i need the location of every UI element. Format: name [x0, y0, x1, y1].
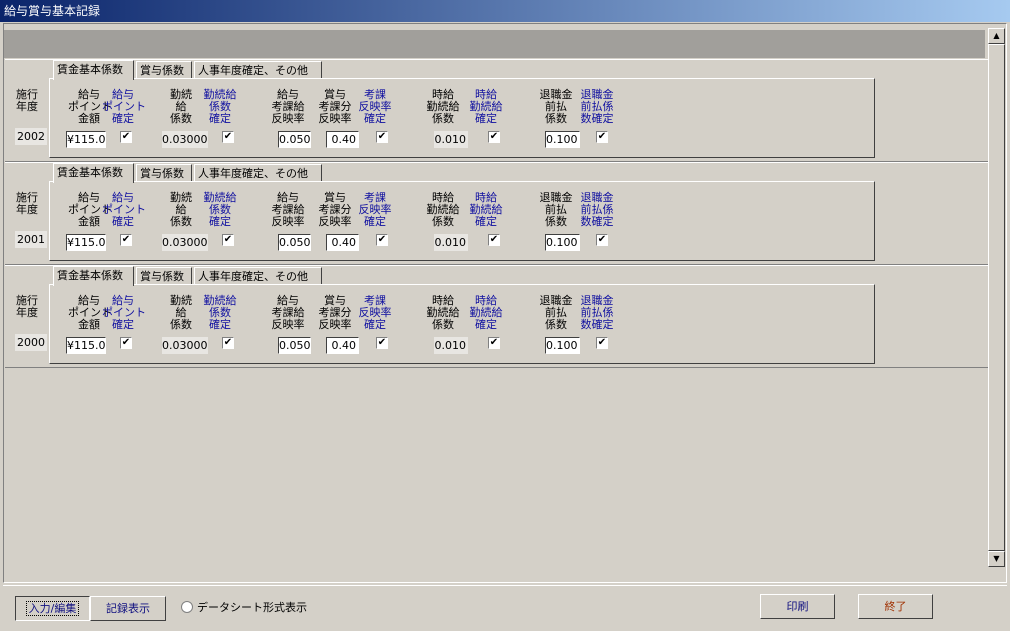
scroll-up-button[interactable]: ▲	[988, 28, 1005, 44]
hourly-value: 0.010	[434, 234, 468, 251]
hourly-confirm-checkbox[interactable]: ✔	[488, 131, 500, 143]
eval-confirm-label: 考課 反映率 確定	[358, 88, 392, 125]
eval-rate-label: 給与 考課給 反映率	[271, 191, 305, 228]
tab-hr-year[interactable]: 人事年度確定、その他	[194, 164, 322, 182]
hourly-confirm-checkbox[interactable]: ✔	[488, 234, 500, 246]
point-amount-field[interactable]: ¥115.0	[66, 234, 106, 251]
retire-field[interactable]: 0.100	[545, 234, 580, 251]
year-value[interactable]: 2002	[15, 128, 47, 145]
point-confirm-label: 給与 ポイント 確定	[102, 88, 146, 125]
show-records-button[interactable]: 記録表示	[90, 596, 166, 621]
tab-wage-base[interactable]: 賃金基本係数	[53, 163, 134, 183]
eval-rate-field[interactable]: 0.050	[278, 131, 311, 148]
retire-confirm-checkbox[interactable]: ✔	[596, 131, 608, 143]
service-value: 0.03000	[162, 131, 208, 148]
service-confirm-checkbox[interactable]: ✔	[222, 131, 234, 143]
hourly-label: 時給 勤続給 係数	[426, 191, 460, 228]
retire-confirm-label: 退職金 前払係 数確定	[580, 88, 614, 125]
datasheet-radio-label[interactable]: データシート形式表示	[197, 599, 307, 615]
hourly-value: 0.010	[434, 131, 468, 148]
year-label: 施行 年度	[16, 191, 38, 216]
service-confirm-checkbox[interactable]: ✔	[222, 337, 234, 349]
tab-hr-year[interactable]: 人事年度確定、その他	[194, 61, 322, 79]
year-label: 施行 年度	[16, 294, 38, 319]
wage-base-panel: 給与 ポイント 金額 給与 ポイント 確定 勤続 給 係数 勤続給 係数 確定 …	[49, 181, 875, 261]
wage-base-panel: 給与 ポイント 金額 給与 ポイント 確定 勤続 給 係数 勤続給 係数 確定 …	[49, 284, 875, 364]
hourly-label: 時給 勤続給 係数	[426, 88, 460, 125]
hourly-confirm-label: 時給 勤続給 確定	[469, 191, 503, 228]
year-value[interactable]: 2000	[15, 334, 47, 351]
eval-confirm-label: 考課 反映率 確定	[358, 191, 392, 228]
vertical-scrollbar[interactable]: ▲ ▼	[988, 28, 1005, 567]
service-label: 勤続 給 係数	[170, 294, 192, 331]
service-confirm-label: 勤続給 係数 確定	[203, 191, 237, 228]
record-2002: 施行 年度 2002 賃金基本係数 賞与係数 人事年度確定、その他 給与 ポイン…	[5, 59, 988, 162]
hourly-value: 0.010	[434, 337, 468, 354]
point-confirm-label: 給与 ポイント 確定	[102, 191, 146, 228]
point-confirm-checkbox[interactable]: ✔	[120, 234, 132, 246]
bonus-eval-label: 賞与 考課分 反映率	[318, 88, 352, 125]
service-label: 勤続 給 係数	[170, 88, 192, 125]
bonus-eval-label: 賞与 考課分 反映率	[318, 191, 352, 228]
eval-rate-field[interactable]: 0.050	[278, 234, 311, 251]
eval-rate-label: 給与 考課給 反映率	[271, 88, 305, 125]
input-edit-toggle[interactable]: 入力/編集	[15, 596, 90, 621]
scroll-down-button[interactable]: ▼	[988, 551, 1005, 567]
retire-field[interactable]: 0.100	[545, 131, 580, 148]
retire-confirm-checkbox[interactable]: ✔	[596, 337, 608, 349]
retire-confirm-label: 退職金 前払係 数確定	[580, 191, 614, 228]
tab-bonus[interactable]: 賞与係数	[136, 61, 192, 79]
wage-base-panel: 給与 ポイント 金額 給与 ポイント 確定 勤続 給 係数 勤続給 係数 確定 …	[49, 78, 875, 158]
eval-rate-label: 給与 考課給 反映率	[271, 294, 305, 331]
tab-bonus[interactable]: 賞与係数	[136, 267, 192, 285]
scroll-thumb[interactable]	[988, 44, 1005, 551]
bonus-eval-field[interactable]: 0.40	[326, 131, 359, 148]
bonus-eval-field[interactable]: 0.40	[326, 234, 359, 251]
footer-bar: 入力/編集 記録表示 データシート形式表示 印刷 終了	[3, 585, 1007, 629]
point-confirm-checkbox[interactable]: ✔	[120, 337, 132, 349]
service-value: 0.03000	[162, 337, 208, 354]
eval-confirm-checkbox[interactable]: ✔	[376, 234, 388, 246]
eval-confirm-label: 考課 反映率 確定	[358, 294, 392, 331]
eval-confirm-checkbox[interactable]: ✔	[376, 131, 388, 143]
hourly-label: 時給 勤続給 係数	[426, 294, 460, 331]
point-confirm-checkbox[interactable]: ✔	[120, 131, 132, 143]
eval-rate-field[interactable]: 0.050	[278, 337, 311, 354]
point-amount-field[interactable]: ¥115.0	[66, 131, 106, 148]
service-value: 0.03000	[162, 234, 208, 251]
form-header-strip	[4, 30, 985, 58]
datasheet-radio[interactable]	[181, 601, 193, 613]
hourly-confirm-checkbox[interactable]: ✔	[488, 337, 500, 349]
tab-wage-base[interactable]: 賃金基本係数	[53, 60, 134, 80]
service-label: 勤続 給 係数	[170, 191, 192, 228]
bonus-eval-field[interactable]: 0.40	[326, 337, 359, 354]
input-edit-label: 入力/編集	[25, 601, 80, 616]
point-amount-field[interactable]: ¥115.0	[66, 337, 106, 354]
exit-button[interactable]: 終了	[858, 594, 933, 619]
year-label: 施行 年度	[16, 88, 38, 113]
eval-confirm-checkbox[interactable]: ✔	[376, 337, 388, 349]
tab-bonus[interactable]: 賞与係数	[136, 164, 192, 182]
service-confirm-label: 勤続給 係数 確定	[203, 88, 237, 125]
record-2000: 施行 年度 2000 賃金基本係数 賞与係数 人事年度確定、その他 給与 ポイン…	[5, 265, 988, 368]
hourly-confirm-label: 時給 勤続給 確定	[469, 294, 503, 331]
window-title: 給与賞与基本記録	[0, 0, 1010, 22]
retire-confirm-label: 退職金 前払係 数確定	[580, 294, 614, 331]
record-2001: 施行 年度 2001 賃金基本係数 賞与係数 人事年度確定、その他 給与 ポイン…	[5, 162, 988, 265]
tab-hr-year[interactable]: 人事年度確定、その他	[194, 267, 322, 285]
tab-wage-base[interactable]: 賃金基本係数	[53, 266, 134, 286]
retire-field[interactable]: 0.100	[545, 337, 580, 354]
year-value[interactable]: 2001	[15, 231, 47, 248]
bonus-eval-label: 賞与 考課分 反映率	[318, 294, 352, 331]
print-button[interactable]: 印刷	[760, 594, 835, 619]
retire-confirm-checkbox[interactable]: ✔	[596, 234, 608, 246]
point-confirm-label: 給与 ポイント 確定	[102, 294, 146, 331]
service-confirm-checkbox[interactable]: ✔	[222, 234, 234, 246]
hourly-confirm-label: 時給 勤続給 確定	[469, 88, 503, 125]
service-confirm-label: 勤続給 係数 確定	[203, 294, 237, 331]
